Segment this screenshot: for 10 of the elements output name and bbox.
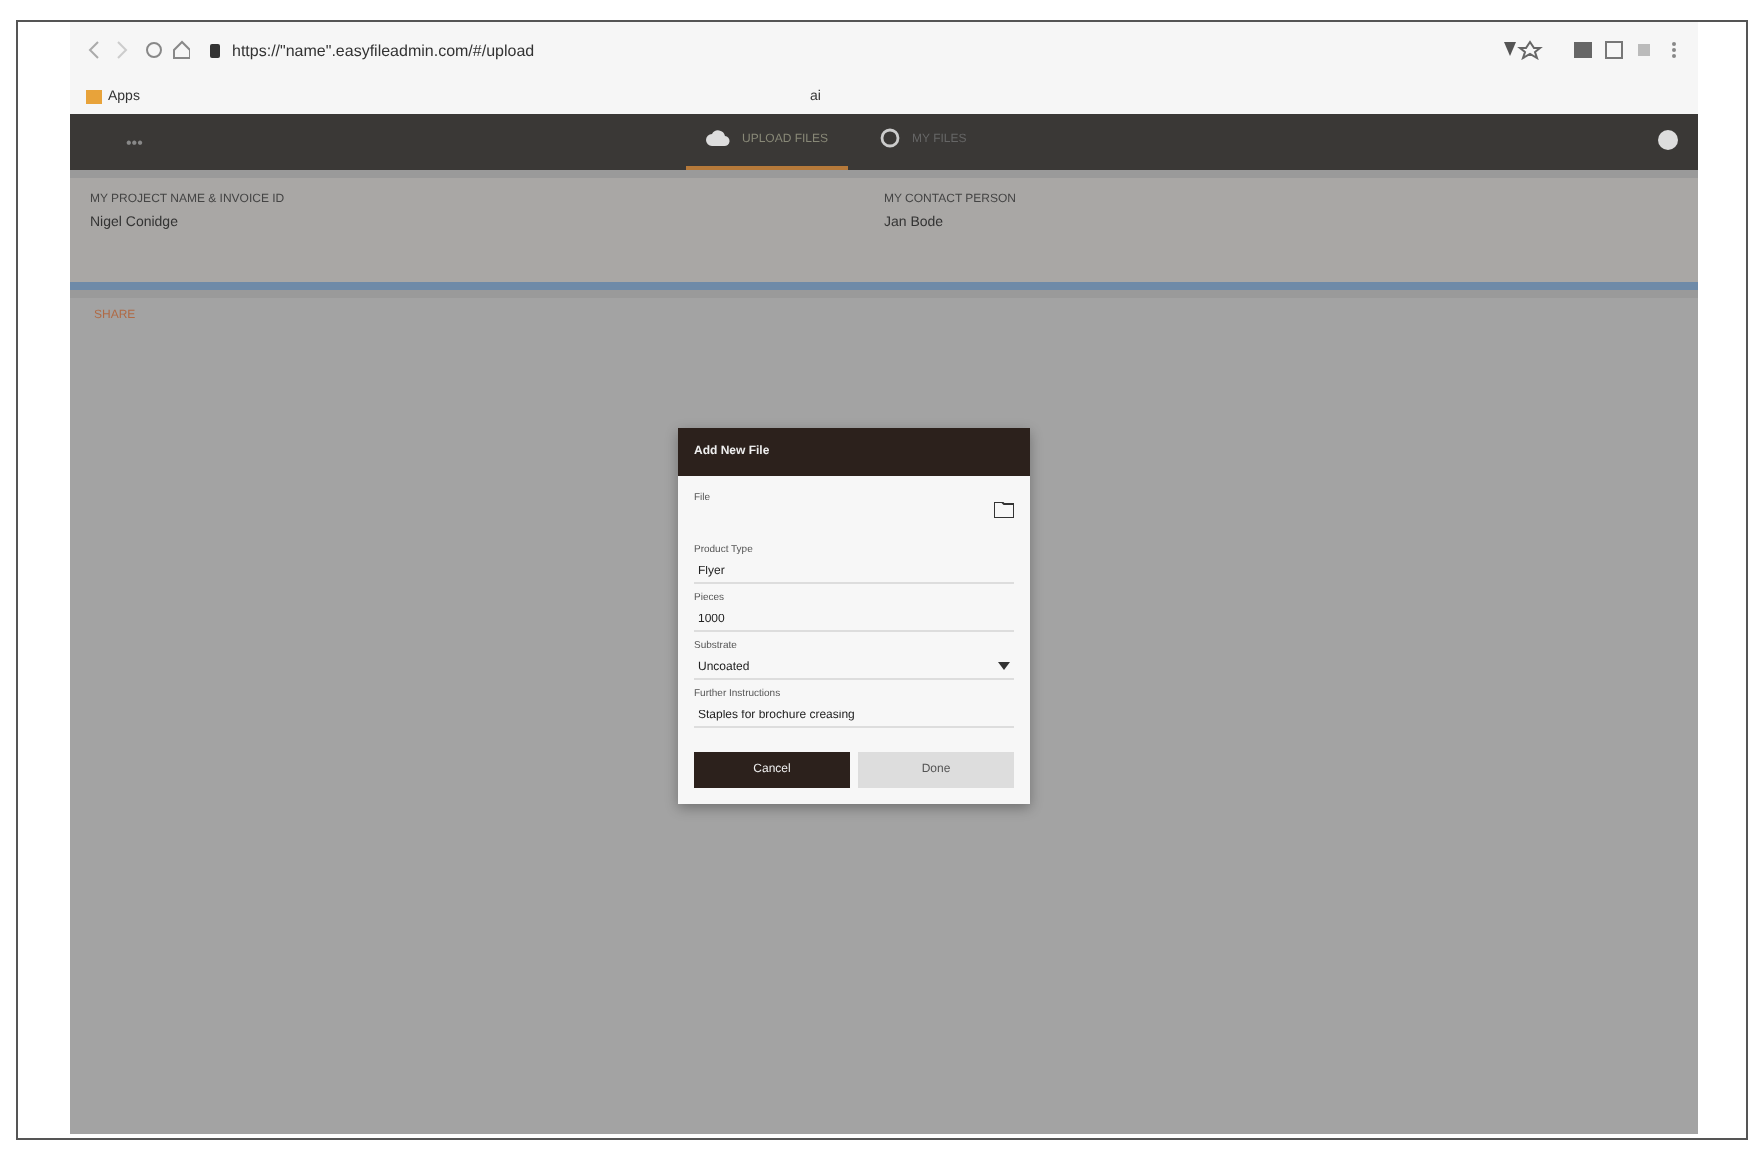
apps-icon: [86, 89, 102, 103]
cloud-icon: [706, 129, 730, 151]
address-bar[interactable]: https://"name".easyfileadmin.com/#/upload: [210, 30, 1482, 70]
lock-icon: [210, 43, 220, 57]
extension-icons[interactable]: [1502, 40, 1682, 60]
url-text: https://"name".easyfileadmin.com/#/upload: [232, 41, 535, 59]
caret-icon: [998, 661, 1010, 673]
brand-text: •••: [126, 133, 145, 151]
circle-icon: [880, 128, 901, 152]
navigation-icons[interactable]: [86, 40, 190, 60]
